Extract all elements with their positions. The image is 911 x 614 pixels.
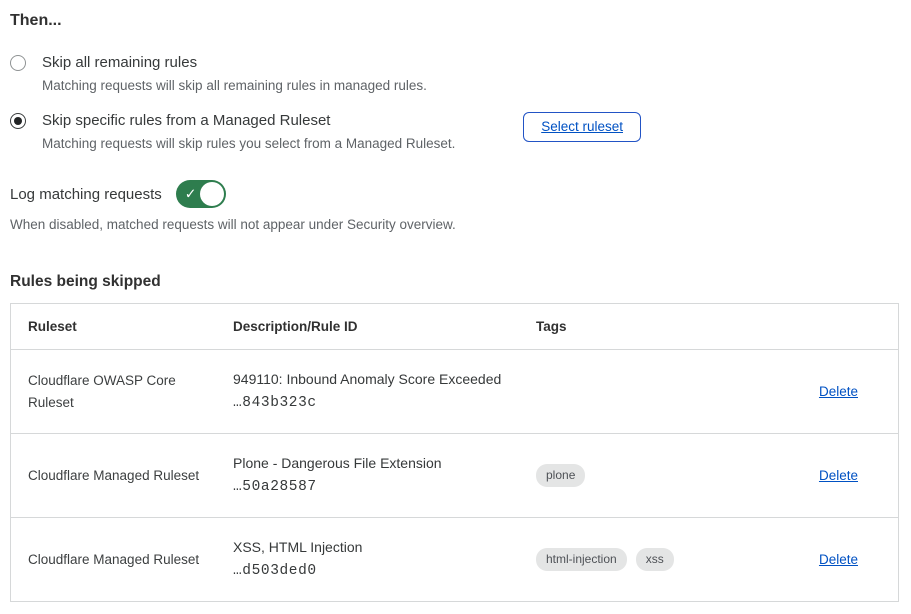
- tags-cell: plone: [519, 434, 764, 517]
- then-heading: Then...: [10, 12, 899, 30]
- rule-id: …d503ded0: [233, 563, 317, 580]
- table-row: Cloudflare Managed Ruleset XSS, HTML Inj…: [11, 517, 898, 601]
- log-matching-row: Log matching requests ✓: [10, 180, 899, 208]
- option-skip-all: Skip all remaining rules Matching reques…: [10, 52, 899, 96]
- delete-link[interactable]: Delete: [819, 384, 858, 399]
- rule-id: …50a28587: [233, 479, 317, 496]
- col-header-description: Description/Rule ID: [216, 304, 519, 349]
- log-label: Log matching requests: [10, 186, 162, 203]
- tag-pill: plone: [536, 464, 585, 487]
- log-description: When disabled, matched requests will not…: [10, 215, 899, 235]
- rule-description: Plone - Dangerous File Extension: [233, 455, 442, 472]
- delete-link[interactable]: Delete: [819, 468, 858, 483]
- page: Then... Skip all remaining rules Matchin…: [0, 0, 911, 602]
- action-cell: Delete: [764, 350, 898, 433]
- description-cell: XSS, HTML Injection …d503ded0: [216, 518, 519, 601]
- option-label: Skip specific rules from a Managed Rules…: [42, 110, 455, 132]
- delete-link[interactable]: Delete: [819, 552, 858, 567]
- check-icon: ✓: [185, 187, 197, 201]
- option-description: Matching requests will skip all remainin…: [42, 76, 427, 96]
- rules-table-heading: Rules being skipped: [10, 273, 899, 291]
- rules-table: Ruleset Description/Rule ID Tags Cloudfl…: [10, 303, 899, 602]
- table-header-row: Ruleset Description/Rule ID Tags: [11, 304, 898, 349]
- option-skip-specific-row: Skip specific rules from a Managed Rules…: [10, 110, 899, 154]
- col-header-tags: Tags: [519, 304, 764, 349]
- radio-skip-specific[interactable]: [10, 113, 26, 129]
- table-row: Cloudflare OWASP Core Ruleset 949110: In…: [11, 349, 898, 433]
- rule-description: 949110: Inbound Anomaly Score Exceeded: [233, 371, 501, 388]
- option-text: Skip all remaining rules Matching reques…: [42, 52, 427, 96]
- toggle-knob: [200, 182, 224, 206]
- tag-pill: html-injection: [536, 548, 627, 571]
- ruleset-cell: Cloudflare OWASP Core Ruleset: [11, 350, 216, 433]
- option-description: Matching requests will skip rules you se…: [42, 134, 455, 154]
- description-cell: 949110: Inbound Anomaly Score Exceeded ……: [216, 350, 519, 433]
- table-row: Cloudflare Managed Ruleset Plone - Dange…: [11, 433, 898, 517]
- action-cell: Delete: [764, 434, 898, 517]
- col-header-ruleset: Ruleset: [11, 304, 216, 349]
- option-label: Skip all remaining rules: [42, 52, 427, 74]
- option-skip-specific: Skip specific rules from a Managed Rules…: [10, 110, 455, 154]
- radio-skip-all[interactable]: [10, 55, 26, 71]
- option-text: Skip specific rules from a Managed Rules…: [42, 110, 455, 154]
- description-cell: Plone - Dangerous File Extension …50a285…: [216, 434, 519, 517]
- action-cell: Delete: [764, 518, 898, 601]
- rule-description: XSS, HTML Injection: [233, 539, 362, 556]
- log-toggle[interactable]: ✓: [176, 180, 226, 208]
- tags-cell: [519, 350, 764, 433]
- select-ruleset-button[interactable]: Select ruleset: [523, 112, 641, 142]
- tags-cell: html-injection xss: [519, 518, 764, 601]
- tag-pill: xss: [636, 548, 674, 571]
- ruleset-cell: Cloudflare Managed Ruleset: [11, 518, 216, 601]
- rule-id: …843b323c: [233, 395, 317, 412]
- ruleset-cell: Cloudflare Managed Ruleset: [11, 434, 216, 517]
- col-header-actions: [764, 304, 898, 349]
